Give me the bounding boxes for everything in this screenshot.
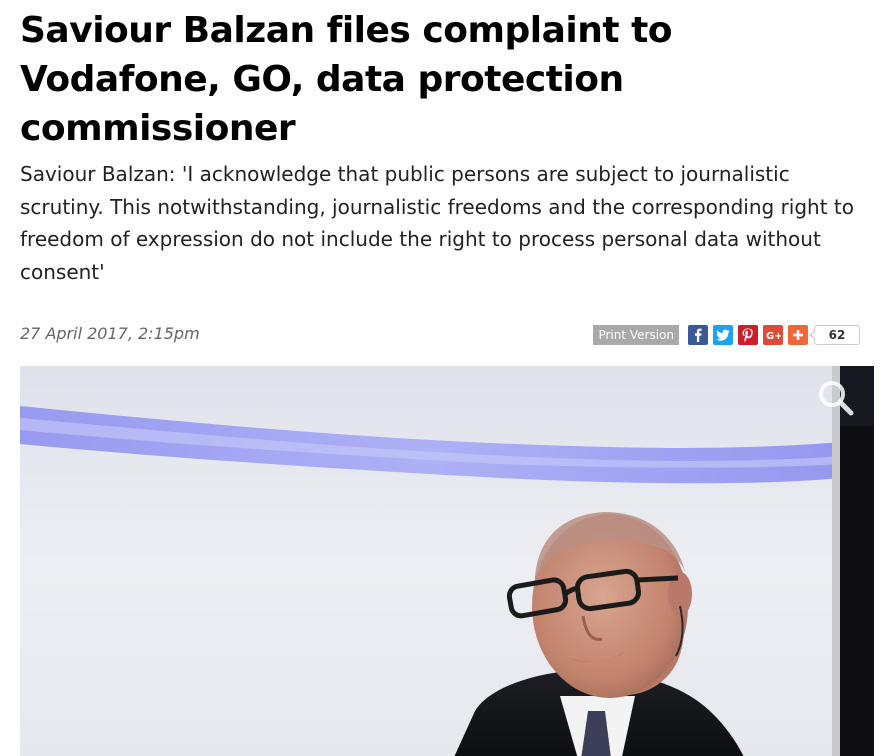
facebook-share-button[interactable] xyxy=(688,325,708,345)
pinterest-share-button[interactable] xyxy=(738,325,758,345)
facebook-icon xyxy=(691,328,705,342)
share-bar: Print Version G+ 62 xyxy=(593,324,860,346)
more-share-button[interactable] xyxy=(788,325,808,345)
google-plus-share-button[interactable]: G+ xyxy=(763,325,783,345)
google-plus-icon: G+ xyxy=(765,328,781,342)
pinterest-icon xyxy=(741,328,755,342)
article-photo[interactable] xyxy=(20,366,874,756)
twitter-share-button[interactable] xyxy=(713,325,733,345)
print-version-button[interactable]: Print Version xyxy=(593,325,679,345)
article-date: 27 April 2017, 2:15pm xyxy=(20,324,200,343)
share-count: 62 xyxy=(809,325,860,345)
article-page: Saviour Balzan files complaint to Vodafo… xyxy=(0,0,881,756)
svg-text:G+: G+ xyxy=(766,331,781,342)
plus-icon xyxy=(792,329,804,341)
photo-illustration xyxy=(20,366,874,756)
article-headline: Saviour Balzan files complaint to Vodafo… xyxy=(20,10,673,149)
article-standfirst: Saviour Balzan: 'I acknowledge that publ… xyxy=(20,162,855,284)
magnifier-icon[interactable] xyxy=(816,378,856,418)
twitter-icon xyxy=(716,328,730,342)
